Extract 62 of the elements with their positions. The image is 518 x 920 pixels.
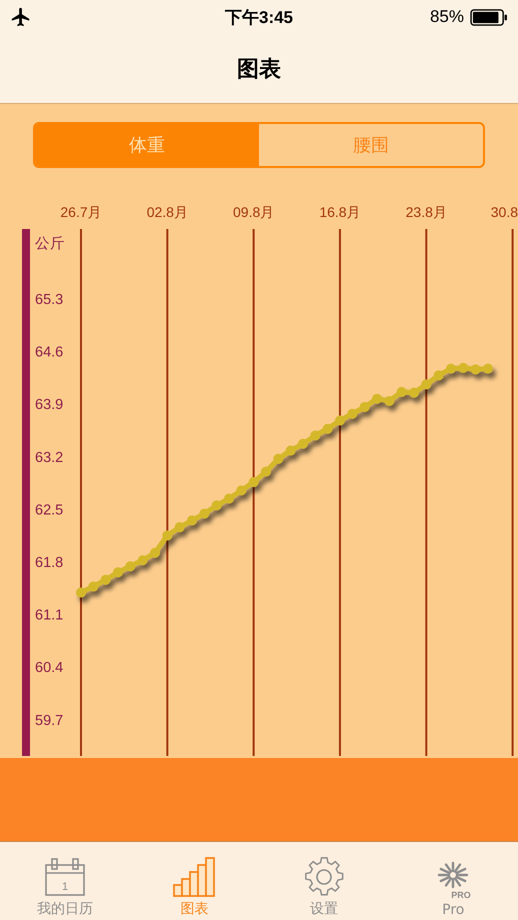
- data-point: [236, 485, 246, 496]
- data-point: [334, 415, 345, 426]
- x-axis-label: 26.7月: [60, 204, 102, 220]
- x-axis-label: 30.8: [490, 204, 518, 220]
- data-point: [482, 364, 493, 374]
- y-axis-label: 60.4: [35, 660, 64, 676]
- data-point: [260, 466, 271, 477]
- data-point: [113, 567, 123, 578]
- data-point: [458, 362, 468, 373]
- tab-bar-item[interactable]: 图表: [130, 842, 259, 920]
- x-axis-label: 09.8月: [233, 204, 274, 220]
- y-axis-label: 64.6: [35, 344, 64, 361]
- data-point: [298, 438, 308, 449]
- data-point: [360, 402, 370, 412]
- unit-label: 公斤: [35, 236, 65, 252]
- data-point: [470, 364, 481, 374]
- data-point: [322, 424, 333, 434]
- y-axis-label: 63.9: [35, 397, 64, 414]
- data-point: [76, 588, 86, 598]
- data-point: [224, 494, 234, 504]
- data-point: [199, 508, 210, 519]
- y-axis-label: 62.5: [35, 502, 64, 518]
- x-axis-label: 23.8月: [406, 204, 447, 220]
- battery-percent: 85%: [430, 7, 464, 27]
- data-point: [150, 548, 160, 558]
- y-axis-label: 59.7: [35, 712, 64, 729]
- data-point: [396, 386, 407, 397]
- data-point: [212, 500, 222, 510]
- y-axis-label: 65.3: [35, 292, 64, 308]
- data-point: [286, 446, 296, 456]
- data-point: [384, 396, 394, 406]
- tab-bar-item[interactable]: 设置: [259, 842, 388, 920]
- data-point: [434, 370, 444, 380]
- data-point: [372, 394, 382, 404]
- data-point: [162, 530, 172, 540]
- y-axis-label: 61.8: [35, 555, 64, 571]
- data-point: [186, 515, 197, 526]
- tab-bar-item[interactable]: 1 我的日历: [0, 842, 130, 920]
- y-axis-label: 61.1: [35, 608, 64, 624]
- data-point: [174, 522, 185, 532]
- segment-tab[interactable]: 腰围: [259, 124, 483, 166]
- data-point: [248, 477, 259, 488]
- data-point: [100, 574, 111, 585]
- data-point: [421, 379, 432, 390]
- data-point: [310, 430, 320, 440]
- data-point: [446, 364, 456, 374]
- data-point: [88, 582, 98, 592]
- tab-bar-item[interactable]: PRO Pro: [388, 842, 518, 920]
- status-time: 下午3:45: [224, 6, 294, 28]
- page-title: 图表: [237, 56, 281, 84]
- data-point: [138, 555, 148, 566]
- data-point: [408, 388, 419, 398]
- data-point: [125, 561, 136, 572]
- data-point: [273, 454, 284, 464]
- x-axis-label: 02.8月: [146, 204, 188, 220]
- x-axis-label: 16.8月: [319, 204, 361, 220]
- y-axis-label: 63.2: [35, 450, 64, 466]
- segment-tab[interactable]: 体重: [35, 124, 259, 166]
- bar-chart-icon: [172, 857, 216, 897]
- battery-icon: [470, 8, 508, 26]
- data-point: [347, 408, 358, 419]
- airplane-icon: [10, 6, 32, 28]
